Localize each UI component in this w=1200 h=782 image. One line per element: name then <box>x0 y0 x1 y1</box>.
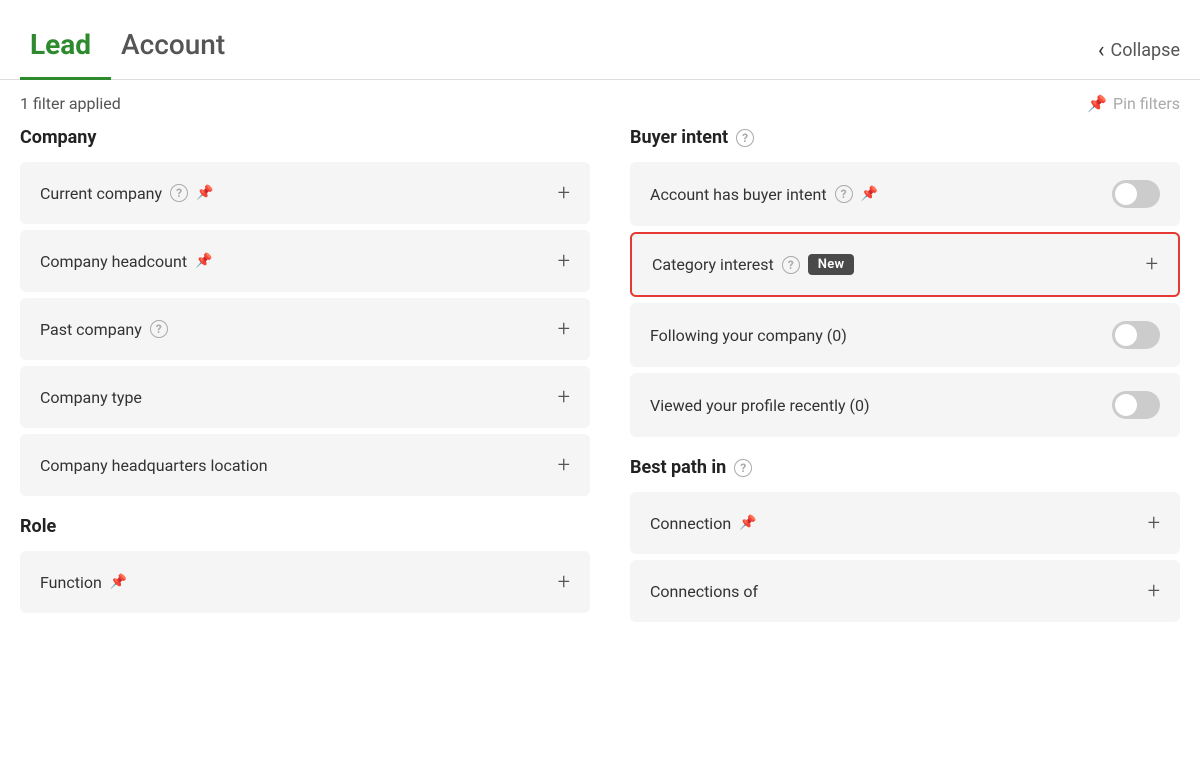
filter-card-viewed-profile: Viewed your profile recently (0) <box>630 373 1180 437</box>
account-buyer-intent-pin-icon[interactable]: 📌 <box>861 186 878 202</box>
current-company-pin-icon[interactable]: 📌 <box>196 185 213 201</box>
function-label: Function <box>40 573 102 592</box>
collapse-label: Collapse <box>1111 40 1180 61</box>
connection-pin-icon[interactable]: 📌 <box>739 515 756 531</box>
company-headcount-add-button[interactable]: + <box>558 249 570 274</box>
company-hq-label: Company headquarters location <box>40 456 268 475</box>
best-path-in-section: Best path in ? Connection 📌 + Connection… <box>630 457 1180 622</box>
best-path-in-section-title: Best path in ? <box>630 457 1180 478</box>
past-company-help-icon[interactable]: ? <box>150 320 168 338</box>
company-type-add-button[interactable]: + <box>558 385 570 410</box>
role-section-title: Role <box>20 516 590 537</box>
account-buyer-intent-toggle[interactable] <box>1112 180 1160 208</box>
left-column: Company Current company ? 📌 + Company he… <box>20 127 610 779</box>
account-buyer-intent-label: Account has buyer intent <box>650 185 827 204</box>
category-interest-add-button[interactable]: + <box>1146 252 1158 277</box>
connection-label: Connection <box>650 514 731 533</box>
company-type-label: Company type <box>40 388 142 407</box>
company-section-title: Company <box>20 127 590 148</box>
tab-account[interactable]: Account <box>111 18 245 80</box>
collapse-button[interactable]: ‹ Collapse <box>1098 38 1180 63</box>
tabs-header: Lead Account ‹ Collapse <box>0 0 1200 80</box>
filter-card-past-company: Past company ? + <box>20 298 590 360</box>
category-interest-help-icon[interactable]: ? <box>782 256 800 274</box>
company-headcount-label: Company headcount <box>40 252 187 271</box>
past-company-label: Past company <box>40 320 142 339</box>
following-company-toggle[interactable] <box>1112 321 1160 349</box>
chevron-left-icon: ‹ <box>1098 38 1105 63</box>
tab-lead[interactable]: Lead <box>20 18 111 80</box>
company-headcount-pin-icon[interactable]: 📌 <box>195 253 212 269</box>
category-interest-label: Category interest <box>652 255 774 274</box>
connections-of-add-button[interactable]: + <box>1148 579 1160 604</box>
function-pin-icon[interactable]: 📌 <box>110 574 127 590</box>
filter-card-current-company: Current company ? 📌 + <box>20 162 590 224</box>
buyer-intent-section-title: Buyer intent ? <box>630 127 1180 148</box>
role-section: Role Function 📌 + <box>20 516 590 613</box>
connection-add-button[interactable]: + <box>1148 511 1160 536</box>
best-path-in-help-icon[interactable]: ? <box>734 459 752 477</box>
pin-icon: 📌 <box>1087 94 1107 113</box>
filter-card-company-type: Company type + <box>20 366 590 428</box>
filter-card-company-hq: Company headquarters location + <box>20 434 590 496</box>
main-content: Company Current company ? 📌 + Company he… <box>0 127 1200 779</box>
viewed-profile-toggle[interactable] <box>1112 391 1160 419</box>
company-hq-add-button[interactable]: + <box>558 453 570 478</box>
filter-card-category-interest: Category interest ? New + <box>630 232 1180 297</box>
current-company-add-button[interactable]: + <box>558 181 570 206</box>
pin-filters-button[interactable]: 📌 Pin filters <box>1087 94 1180 113</box>
category-interest-new-badge: New <box>808 254 855 275</box>
filter-applied-text: 1 filter applied <box>20 94 121 113</box>
current-company-label: Current company <box>40 184 162 203</box>
right-column: Buyer intent ? Account has buyer intent … <box>610 127 1180 779</box>
account-buyer-intent-help-icon[interactable]: ? <box>835 185 853 203</box>
filter-bar: 1 filter applied 📌 Pin filters <box>0 80 1200 127</box>
company-section: Company Current company ? 📌 + Company he… <box>20 127 590 496</box>
current-company-help-icon[interactable]: ? <box>170 184 188 202</box>
pin-filters-label: Pin filters <box>1113 94 1180 113</box>
buyer-intent-help-icon[interactable]: ? <box>736 129 754 147</box>
connections-of-label: Connections of <box>650 582 758 601</box>
filter-card-company-headcount: Company headcount 📌 + <box>20 230 590 292</box>
viewed-profile-label: Viewed your profile recently (0) <box>650 396 870 415</box>
filter-card-account-buyer-intent: Account has buyer intent ? 📌 <box>630 162 1180 226</box>
function-add-button[interactable]: + <box>558 570 570 595</box>
filter-card-connection: Connection 📌 + <box>630 492 1180 554</box>
filter-card-connections-of: Connections of + <box>630 560 1180 622</box>
buyer-intent-section: Buyer intent ? Account has buyer intent … <box>630 127 1180 437</box>
filter-card-function: Function 📌 + <box>20 551 590 613</box>
past-company-add-button[interactable]: + <box>558 317 570 342</box>
following-company-label: Following your company (0) <box>650 326 847 345</box>
filter-card-following-company: Following your company (0) <box>630 303 1180 367</box>
